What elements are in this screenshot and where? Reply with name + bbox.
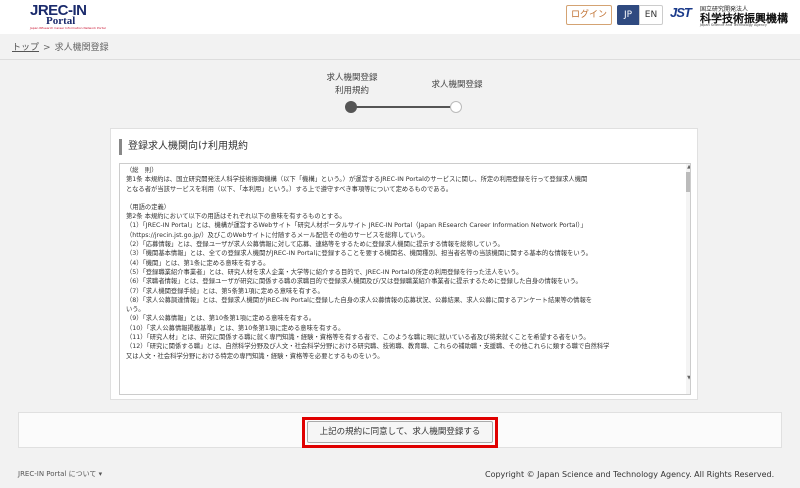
step-1-dot — [345, 101, 357, 113]
terms-line: （4）「機関」とは、第1条に定める意味を有する。 — [126, 259, 270, 267]
terms-line: （5）「登録職業紹介事業者」とは、研究人材を求人企業・大学等に紹介する目的で、J… — [126, 268, 523, 276]
terms-line: （https://jrecin.jst.go.jp/）及びこのWebサイトに付随… — [126, 231, 429, 239]
terms-line: （8）「求人公募調達情報」とは、登録求人機関がJREC-IN Portalに登録… — [126, 296, 593, 304]
terms-line: 又は人文・社会科学分野における特定の専門知識・経験・資格等を必要とするものをいう… — [126, 352, 384, 360]
breadcrumb: トップ > 求人機関登録 — [12, 40, 109, 53]
scroll-up-arrow-icon[interactable]: ▲ — [686, 165, 690, 170]
terms-line: （総 則） — [126, 167, 158, 174]
lang-en-button[interactable]: EN — [639, 5, 663, 25]
about-jrec-in-link[interactable]: JREC-IN Portal について ▾ — [18, 469, 102, 479]
terms-line: （用語の定義） — [126, 203, 171, 211]
terms-textarea[interactable]: （総 則） 第1条 本規約は、国立研究開発法人科学技術振興機構（以下「機構」という… — [119, 163, 691, 395]
step-1-label-line1: 求人機関登録 — [326, 73, 378, 83]
terms-line: （1）「JREC-IN Portal」とは、機構が運営するWebサイト「研究人材… — [126, 222, 587, 230]
terms-line: 第2条 本規約において以下の用語はそれぞれ以下の意味を有するものとする。 — [126, 213, 346, 221]
terms-line: いう。 — [126, 306, 145, 314]
jrec-in-logo[interactable]: JREC-IN Portal Japan REsearch Career Inf… — [28, 2, 106, 32]
terms-panel: 登録求人機関向け利用規約 （総 則） 第1条 本規約は、国立研究開発法人科学技術振… — [110, 128, 698, 400]
terms-line: （10）「求人公募情報掲載基準」とは、第10条第1項に定める意味を有する。 — [126, 324, 345, 332]
scroll-down-arrow-icon[interactable]: ▼ — [686, 376, 690, 381]
step-progress-line — [351, 106, 456, 108]
step-2-dot — [450, 101, 462, 113]
terms-line: （9）「求人公募情報」とは、第10条第1項に定める意味を有する。 — [126, 315, 316, 323]
terms-line — [126, 194, 676, 203]
lang-jp-button[interactable]: JP — [617, 5, 639, 25]
breadcrumb-current: 求人機関登録 — [54, 43, 109, 53]
header-divider — [0, 59, 800, 60]
site-header: JREC-IN Portal Japan REsearch Career Inf… — [0, 0, 800, 34]
terms-title: 登録求人機関向け利用規約 — [119, 139, 248, 155]
terms-line: （12）「研究に関係する職」とは、自然科学分野及び人文・社会科学分野における研究… — [126, 343, 610, 351]
terms-text: （総 則） 第1条 本規約は、国立研究開発法人科学技術振興機構（以下「機構」という… — [126, 166, 676, 361]
jst-logo[interactable]: JST 国立研究開発法人 科学技術振興機構 Japan Science and … — [670, 3, 795, 29]
breadcrumb-separator: > — [43, 43, 51, 53]
terms-line: となる者が当該サービスを利用（以下、「本利用」という。）する上で遵守すべき事項等… — [126, 185, 453, 193]
scroll-thumb[interactable] — [686, 172, 690, 192]
terms-line: （2）「応募情報」とは、登録ユーザが求人公募情報に対して応募、連絡等をするために… — [126, 241, 504, 249]
logo-tagline: Japan REsearch Career Information Networ… — [30, 26, 106, 30]
terms-line: 第1条 本規約は、国立研究開発法人科学技術振興機構（以下「機構」という。）が運営… — [126, 176, 588, 184]
terms-line: （7）「求人機関登録手続」とは、第5条第1項に定める意味を有する。 — [126, 287, 324, 295]
terms-scrollbar[interactable]: ▲ ▼ ◢ — [686, 164, 690, 394]
step-2-label: 求人機関登録 — [431, 80, 483, 90]
copyright-text: Copyright © Japan Science and Technology… — [485, 470, 775, 479]
terms-line: （3）「機関基本情報」とは、全ての登録求人機関がJREC-IN Portalに登… — [126, 250, 592, 258]
breadcrumb-top-link[interactable]: トップ — [12, 43, 39, 53]
terms-line: （11）「研究人材」とは、研究に関係する職に就く専門知識・経験・資格等を有する者… — [126, 334, 590, 342]
login-button[interactable]: ログイン — [566, 5, 612, 25]
agree-register-button[interactable]: 上記の規約に同意して、求人機関登録する — [307, 421, 493, 443]
step-1-label-line2: 利用規約 — [334, 86, 369, 96]
jst-org-name-en: Japan Science and Technology Agency — [700, 23, 767, 27]
step-1-label: 求人機関登録 利用規約 — [320, 72, 384, 98]
terms-line: （6）「求職者情報」とは、登録ユーザが研究に関係する職の求職目的で登録求人機関及… — [126, 278, 582, 286]
jst-mark-icon: JST — [670, 5, 692, 20]
